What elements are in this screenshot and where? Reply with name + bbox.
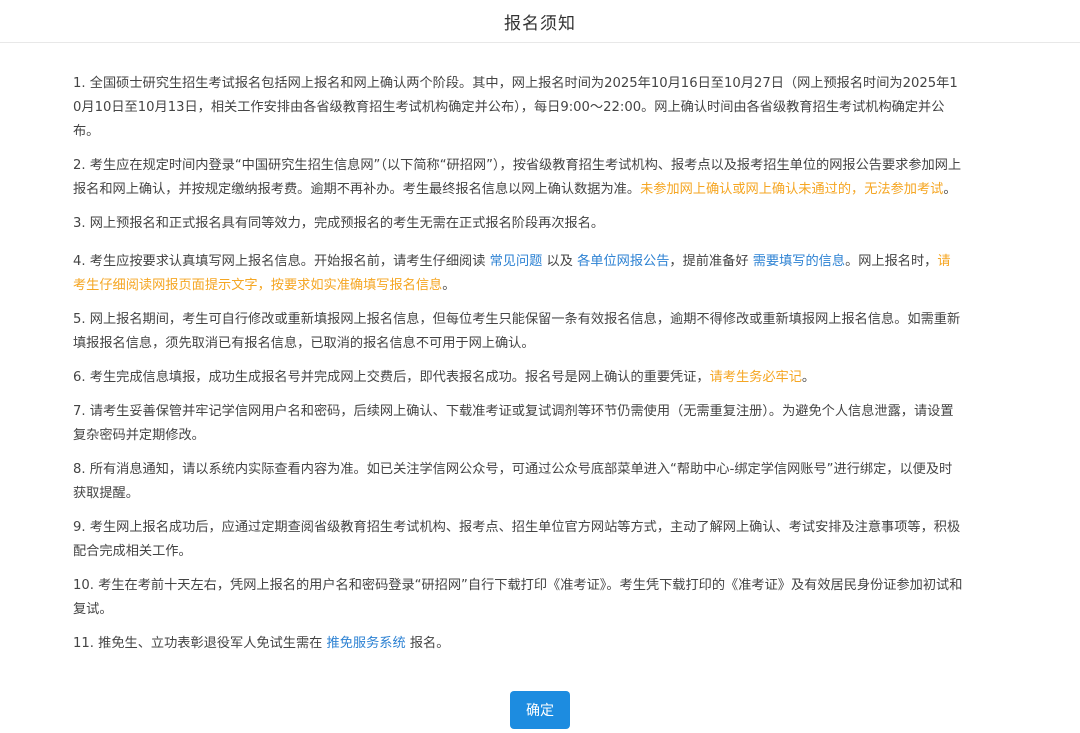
- notice-item-4: 4. 考生应按要求认真填写网上报名信息。开始报名前，请考生仔细阅读 常见问题 以…: [73, 250, 963, 298]
- notice-text: 以及: [542, 254, 578, 269]
- notice-text: 6. 考生完成信息填报，成功生成报名号并完成网上交费后，即代表报名成功。报名号是…: [73, 370, 710, 385]
- notice-text: 9. 考生网上报名成功后，应通过定期查阅省级教育招生考试机构、报考点、招生单位官…: [73, 520, 961, 559]
- dialog-footer: 确定: [0, 691, 1080, 729]
- notice-item-9: 9. 考生网上报名成功后，应通过定期查阅省级教育招生考试机构、报考点、招生单位官…: [73, 516, 963, 564]
- notice-text: 4. 考生应按要求认真填写网上报名信息。开始报名前，请考生仔细阅读: [73, 254, 490, 269]
- notice-item-10: 10. 考生在考前十天左右，凭网上报名的用户名和密码登录“研招网”自行下载打印《…: [73, 574, 963, 622]
- notice-text: 10. 考生在考前十天左右，凭网上报名的用户名和密码登录“研招网”自行下载打印《…: [73, 578, 963, 617]
- notice-text: 报名。: [405, 636, 450, 651]
- dialog-header: 报名须知: [0, 0, 1080, 43]
- faq-link[interactable]: 常见问题: [490, 254, 543, 269]
- notice-text: 。: [943, 182, 957, 197]
- notice-content: 1. 全国硕士研究生招生考试报名包括网上报名和网上确认两个阶段。其中，网上报名时…: [73, 72, 963, 666]
- notice-text: 5. 网上报名期间，考生可自行修改或重新填报网上报名信息，但每位考生只能保留一条…: [73, 312, 961, 351]
- confirm-button[interactable]: 确定: [510, 691, 570, 729]
- notice-item-8: 8. 所有消息通知，请以系统内实际查看内容为准。如已关注学信网公众号，可通过公众…: [73, 458, 963, 506]
- notice-dialog: 报名须知 1. 全国硕士研究生招生考试报名包括网上报名和网上确认两个阶段。其中，…: [0, 0, 1080, 733]
- warning-text: 请考生务必牢记: [709, 370, 802, 385]
- dialog-title: 报名须知: [504, 13, 576, 34]
- recommendation-system-link[interactable]: 推免服务系统: [327, 636, 406, 651]
- notice-item-11: 11. 推免生、立功表彰退役军人免试生需在 推免服务系统 报名。: [73, 632, 963, 656]
- notice-item-3: 3. 网上预报名和正式报名具有同等效力，完成预报名的考生无需在正式报名阶段再次报…: [73, 212, 963, 236]
- unit-announcement-link[interactable]: 各单位网报公告: [577, 254, 669, 269]
- notice-item-5: 5. 网上报名期间，考生可自行修改或重新填报网上报名信息，但每位考生只能保留一条…: [73, 308, 963, 356]
- notice-text: 3. 网上预报名和正式报名具有同等效力，完成预报名的考生无需在正式报名阶段再次报…: [73, 216, 605, 231]
- notice-text: 。: [801, 370, 816, 385]
- notice-text: 。: [442, 278, 456, 293]
- notice-text: 7. 请考生妥善保管并牢记学信网用户名和密码，后续网上确认、下载准考证或复试调剂…: [73, 404, 954, 443]
- notice-item-1: 1. 全国硕士研究生招生考试报名包括网上报名和网上确认两个阶段。其中，网上报名时…: [73, 72, 963, 144]
- notice-item-2: 2. 考生应在规定时间内登录“中国研究生招生信息网”（以下简称“研招网”），按省…: [73, 154, 963, 202]
- notice-text: ，提前准备好: [669, 254, 753, 269]
- notice-text: 8. 所有消息通知，请以系统内实际查看内容为准。如已关注学信网公众号，可通过公众…: [73, 462, 953, 501]
- notice-text: 11. 推免生、立功表彰退役军人免试生需在: [73, 636, 327, 651]
- notice-item-7: 7. 请考生妥善保管并牢记学信网用户名和密码，后续网上确认、下载准考证或复试调剂…: [73, 400, 963, 448]
- notice-item-6: 6. 考生完成信息填报，成功生成报名号并完成网上交费后，即代表报名成功。报名号是…: [73, 366, 963, 390]
- warning-text: 未参加网上确认或网上确认未通过的，无法参加考试: [640, 182, 944, 197]
- notice-text: 。网上报名时，: [845, 254, 938, 269]
- required-info-link[interactable]: 需要填写的信息: [753, 254, 845, 269]
- notice-text: 1. 全国硕士研究生招生考试报名包括网上报名和网上确认两个阶段。其中，网上报名时…: [73, 76, 958, 139]
